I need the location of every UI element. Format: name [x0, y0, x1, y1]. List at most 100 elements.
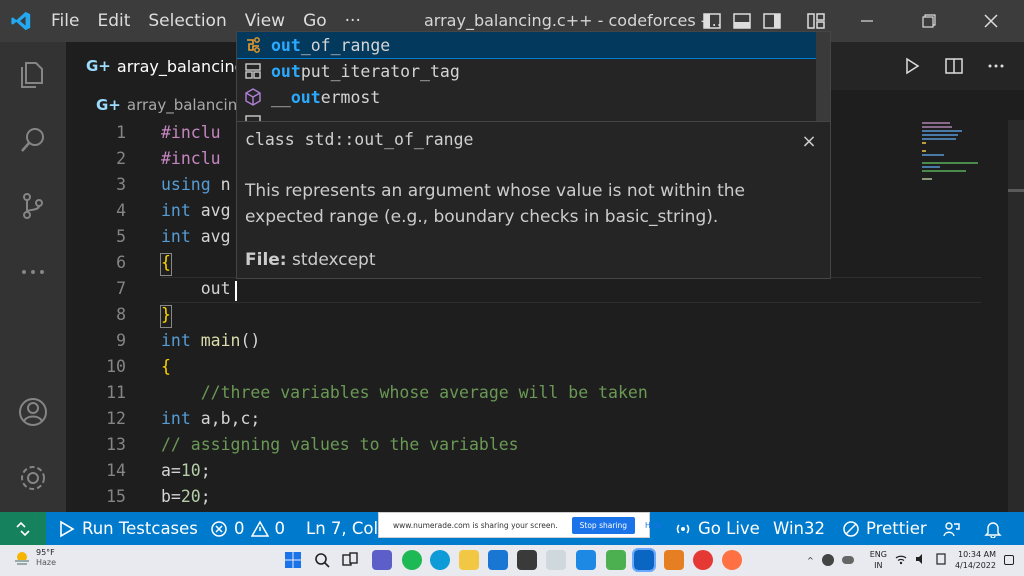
code-line[interactable]: 9 int main() [66, 328, 916, 354]
code-line[interactable]: 15 b=20; [66, 484, 916, 510]
cpp-file-icon: G+ [86, 57, 111, 75]
error-count: 0 [234, 519, 245, 538]
line-number: 4 [116, 201, 126, 220]
line-code: #inclu [161, 146, 221, 172]
suggest-item[interactable]: out _of_range [237, 32, 818, 59]
restore-button[interactable] [898, 0, 960, 42]
edge-icon[interactable] [430, 550, 450, 570]
notification-center-icon[interactable] [1004, 555, 1014, 565]
toggle-panel-icon[interactable] [732, 11, 752, 31]
hide-banner-button[interactable]: Hide [645, 521, 662, 530]
run-testcases-button[interactable]: Run Testcases [58, 512, 198, 545]
go-live-label: Go Live [698, 519, 760, 538]
platform-indicator[interactable]: Win32 [773, 512, 825, 545]
line-code: b=20; [161, 484, 211, 510]
suggest-item[interactable]: __ out ermost [237, 84, 817, 110]
code-line[interactable]: 14 a=10; [66, 458, 916, 484]
mail-icon[interactable] [576, 550, 596, 570]
code-line[interactable]: 11 //three variables whose average will … [66, 380, 916, 406]
settings-gear-icon[interactable] [13, 458, 53, 498]
volume-icon[interactable] [915, 553, 927, 567]
system-tray: ^ ENG IN 10:34 AM 4/14/2022 [807, 549, 1014, 571]
cursor-position-label: Ln 7, Col [306, 519, 379, 538]
suggest-scrollbar[interactable] [816, 32, 830, 122]
platform-label: Win32 [773, 519, 825, 538]
chrome-profile-icon[interactable] [722, 550, 742, 570]
battery-icon[interactable] [935, 553, 947, 567]
toggle-secondary-sidebar-icon[interactable] [762, 11, 782, 31]
code-line[interactable]: 10 { [66, 354, 916, 380]
play-icon [60, 520, 75, 537]
language-indicator[interactable]: ENG IN [870, 549, 887, 571]
app-icon[interactable] [606, 550, 626, 570]
minimize-button[interactable] [836, 0, 898, 42]
wifi-icon[interactable] [895, 553, 907, 567]
tray-cloud-icon[interactable] [841, 556, 854, 564]
clock[interactable]: 10:34 AM 4/14/2022 [955, 549, 996, 571]
close-details-button[interactable]: × [798, 130, 820, 152]
more-actions-icon[interactable] [982, 52, 1010, 80]
code-line[interactable]: 12 int a,b,c; [66, 406, 916, 432]
app-l-icon[interactable] [488, 550, 508, 570]
split-editor-icon[interactable] [940, 52, 968, 80]
menu-edit[interactable]: Edit [88, 0, 139, 42]
suggest-item[interactable]: out put_iterator_tag [237, 58, 817, 84]
suggest-rest: _of_range [300, 35, 391, 55]
menu-file[interactable]: File [42, 0, 88, 42]
tray-app-icon[interactable] [821, 554, 834, 566]
code-line[interactable]: 8} [66, 302, 916, 328]
run-icon[interactable] [898, 52, 926, 80]
code-token: int [161, 331, 191, 350]
customize-layout-icon[interactable] [806, 11, 826, 31]
line-number: 9 [116, 331, 126, 350]
more-views-icon[interactable] [13, 252, 53, 292]
explorer-icon[interactable] [13, 54, 53, 94]
teams-chat-icon[interactable] [372, 550, 392, 570]
vscode-taskbar-icon[interactable] [632, 548, 656, 572]
source-control-icon[interactable] [13, 186, 53, 226]
menu-selection[interactable]: Selection [139, 0, 235, 42]
details-file-info: File: stdexcept [245, 250, 376, 270]
chevron-up-icon[interactable]: ^ [807, 556, 814, 565]
scrollbar-marker [1008, 189, 1024, 192]
notifications-bell-icon[interactable] [984, 512, 1002, 545]
vertical-scrollbar[interactable] [1008, 120, 1024, 512]
sharing-text: www.numerade.com is sharing your screen. [393, 520, 558, 530]
stop-sharing-button[interactable]: Stop sharing [571, 516, 636, 534]
module-icon [241, 84, 265, 110]
matlab-icon[interactable] [664, 550, 684, 570]
minimap[interactable] [916, 120, 1006, 512]
line-code: // assigning values to the variables [161, 432, 519, 458]
spotify-icon[interactable] [402, 550, 422, 570]
details-file-label: File: [245, 250, 287, 270]
line-number: 13 [106, 435, 126, 454]
file-explorer-icon[interactable] [459, 550, 479, 570]
store-icon[interactable] [517, 550, 537, 570]
go-live-button[interactable]: Go Live [674, 512, 760, 545]
prettier-button[interactable]: Prettier [842, 512, 927, 545]
chrome-icon[interactable] [693, 550, 713, 570]
prettier-label: Prettier [866, 519, 927, 538]
close-window-button[interactable] [960, 0, 1022, 42]
code-token: int [161, 409, 191, 428]
code-token: ; [200, 487, 211, 506]
remote-indicator-button[interactable] [0, 512, 46, 545]
search-icon[interactable] [13, 120, 53, 160]
bracket-match-open [160, 253, 172, 276]
toggle-primary-sidebar-icon[interactable] [702, 11, 722, 31]
weather-widget[interactable]: 95°F Haze [14, 548, 56, 568]
taskbar-search-icon[interactable] [312, 550, 332, 570]
task-view-icon[interactable] [340, 550, 360, 570]
error-icon [211, 520, 227, 537]
cursor-position[interactable]: Ln 7, Col [306, 512, 378, 545]
line-number: 8 [116, 305, 126, 324]
photos-icon[interactable] [546, 550, 566, 570]
accounts-icon[interactable] [13, 392, 53, 432]
code-line[interactable]: 7 out [66, 276, 916, 302]
breadcrumb[interactable]: G+ array_balancin [96, 94, 237, 116]
problems-indicator[interactable]: 0 0 [210, 512, 285, 545]
details-documentation: This represents an argument whose value … [245, 181, 745, 227]
code-line[interactable]: 13 // assigning values to the variables [66, 432, 916, 458]
feedback-icon[interactable] [942, 512, 960, 545]
start-windows-icon[interactable] [283, 550, 303, 570]
